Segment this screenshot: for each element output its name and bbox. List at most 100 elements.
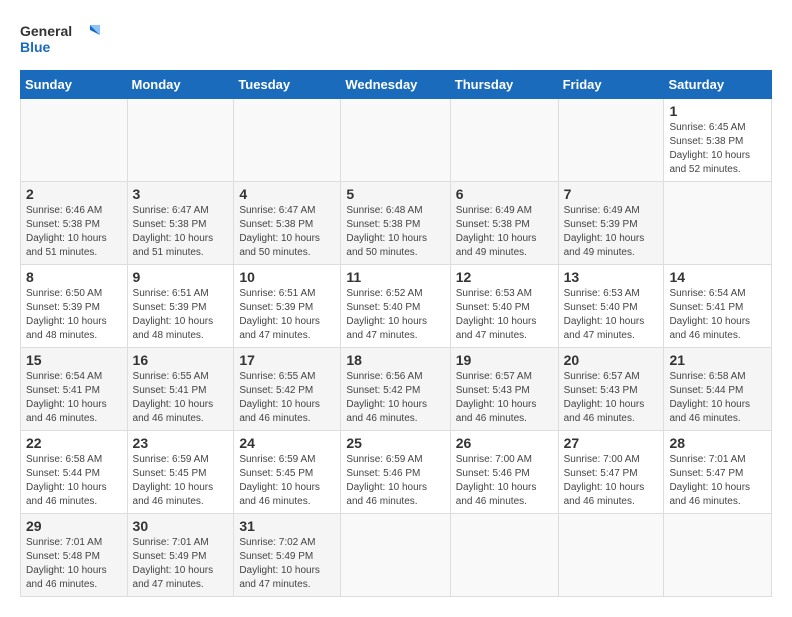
calendar-cell: 14 Sunrise: 6:54 AMSunset: 5:41 PMDayligh… (664, 265, 772, 348)
day-number: 7 (564, 186, 659, 202)
day-number: 14 (669, 269, 766, 285)
day-number: 23 (133, 435, 229, 451)
week-row-4: 15 Sunrise: 6:54 AMSunset: 5:41 PMDayligh… (21, 348, 772, 431)
day-number: 17 (239, 352, 335, 368)
header-day-monday: Monday (127, 71, 234, 99)
day-info: Sunrise: 6:47 AMSunset: 5:38 PMDaylight:… (239, 204, 335, 260)
day-number: 5 (346, 186, 444, 202)
day-info: Sunrise: 7:00 AMSunset: 5:46 PMDaylight:… (456, 453, 553, 509)
day-number: 31 (239, 518, 335, 534)
day-info: Sunrise: 7:01 AMSunset: 5:48 PMDaylight:… (26, 536, 122, 592)
calendar-cell: 20Sunrise: 6:57 AMSunset: 5:43 PMDayligh… (558, 348, 664, 431)
calendar-cell (341, 99, 450, 182)
calendar-cell: 11Sunrise: 6:52 AMSunset: 5:40 PMDayligh… (341, 265, 450, 348)
calendar-cell: 28 Sunrise: 7:01 AMSunset: 5:47 PMDayligh… (664, 431, 772, 514)
calendar-cell: 24 Sunrise: 6:59 AMSunset: 5:45 PMDayligh… (234, 431, 341, 514)
day-number: 29 (26, 518, 122, 534)
calendar-cell: 12 Sunrise: 6:53 AMSunset: 5:40 PMDayligh… (450, 265, 558, 348)
calendar-cell: 31 Sunrise: 7:02 AMSunset: 5:49 PMDayligh… (234, 514, 341, 597)
calendar-cell: 22 Sunrise: 6:58 AMSunset: 5:44 PMDayligh… (21, 431, 128, 514)
day-info: Sunrise: 6:54 AMSunset: 5:41 PMDaylight:… (669, 287, 766, 343)
calendar-cell: 10Sunrise: 6:51 AMSunset: 5:39 PMDayligh… (234, 265, 341, 348)
day-info: Sunrise: 6:45 AMSunset: 5:38 PMDaylight:… (669, 121, 766, 177)
header-day-thursday: Thursday (450, 71, 558, 99)
day-number: 4 (239, 186, 335, 202)
calendar-cell: 6Sunrise: 6:49 AMSunset: 5:38 PMDaylight… (450, 182, 558, 265)
day-info: Sunrise: 6:59 AMSunset: 5:45 PMDaylight:… (133, 453, 229, 509)
day-info: Sunrise: 6:47 AMSunset: 5:38 PMDaylight:… (133, 204, 229, 260)
day-number: 18 (346, 352, 444, 368)
day-info: Sunrise: 6:58 AMSunset: 5:44 PMDaylight:… (669, 370, 766, 426)
day-info: Sunrise: 7:01 AMSunset: 5:49 PMDaylight:… (133, 536, 229, 592)
calendar-cell (450, 99, 558, 182)
calendar-cell (558, 514, 664, 597)
calendar-cell: 9 Sunrise: 6:51 AMSunset: 5:39 PMDaylight… (127, 265, 234, 348)
day-info: Sunrise: 7:01 AMSunset: 5:47 PMDaylight:… (669, 453, 766, 509)
calendar-cell: 18 Sunrise: 6:56 AMSunset: 5:42 PMDayligh… (341, 348, 450, 431)
day-number: 21 (669, 352, 766, 368)
calendar-cell: 16 Sunrise: 6:55 AMSunset: 5:41 PMDayligh… (127, 348, 234, 431)
day-number: 19 (456, 352, 553, 368)
week-row-6: 29 Sunrise: 7:01 AMSunset: 5:48 PMDayligh… (21, 514, 772, 597)
calendar-cell: 4 Sunrise: 6:47 AMSunset: 5:38 PMDaylight… (234, 182, 341, 265)
calendar-cell: 8Sunrise: 6:50 AMSunset: 5:39 PMDaylight… (21, 265, 128, 348)
calendar-table: SundayMondayTuesdayWednesdayThursdayFrid… (20, 70, 772, 597)
day-number: 28 (669, 435, 766, 451)
day-number: 20 (564, 352, 659, 368)
day-number: 9 (133, 269, 229, 285)
day-number: 12 (456, 269, 553, 285)
header-row: SundayMondayTuesdayWednesdayThursdayFrid… (21, 71, 772, 99)
calendar-cell: 19Sunrise: 6:57 AMSunset: 5:43 PMDayligh… (450, 348, 558, 431)
day-info: Sunrise: 6:51 AMSunset: 5:39 PMDaylight:… (133, 287, 229, 343)
svg-text:Blue: Blue (20, 39, 51, 55)
week-row-1: 1 Sunrise: 6:45 AMSunset: 5:38 PMDaylight… (21, 99, 772, 182)
calendar-cell (234, 99, 341, 182)
day-info: Sunrise: 6:55 AMSunset: 5:41 PMDaylight:… (133, 370, 229, 426)
day-number: 24 (239, 435, 335, 451)
calendar-cell (450, 514, 558, 597)
calendar-cell (341, 514, 450, 597)
day-number: 25 (346, 435, 444, 451)
day-info: Sunrise: 6:59 AMSunset: 5:45 PMDaylight:… (239, 453, 335, 509)
day-info: Sunrise: 7:02 AMSunset: 5:49 PMDaylight:… (239, 536, 335, 592)
day-info: Sunrise: 6:54 AMSunset: 5:41 PMDaylight:… (26, 370, 122, 426)
header-day-saturday: Saturday (664, 71, 772, 99)
day-number: 10 (239, 269, 335, 285)
calendar-cell: 30Sunrise: 7:01 AMSunset: 5:49 PMDayligh… (127, 514, 234, 597)
svg-text:General: General (20, 23, 72, 39)
calendar-cell: 27Sunrise: 7:00 AMSunset: 5:47 PMDayligh… (558, 431, 664, 514)
calendar-cell (664, 182, 772, 265)
day-number: 8 (26, 269, 122, 285)
calendar-cell (127, 99, 234, 182)
day-number: 3 (133, 186, 229, 202)
calendar-cell: 23 Sunrise: 6:59 AMSunset: 5:45 PMDayligh… (127, 431, 234, 514)
header: General Blue (20, 20, 772, 60)
day-info: Sunrise: 6:53 AMSunset: 5:40 PMDaylight:… (456, 287, 553, 343)
week-row-3: 8Sunrise: 6:50 AMSunset: 5:39 PMDaylight… (21, 265, 772, 348)
calendar-cell: 21 Sunrise: 6:58 AMSunset: 5:44 PMDayligh… (664, 348, 772, 431)
day-number: 15 (26, 352, 122, 368)
week-row-5: 22 Sunrise: 6:58 AMSunset: 5:44 PMDayligh… (21, 431, 772, 514)
day-info: Sunrise: 6:48 AMSunset: 5:38 PMDaylight:… (346, 204, 444, 260)
calendar-cell: 13Sunrise: 6:53 AMSunset: 5:40 PMDayligh… (558, 265, 664, 348)
header-day-sunday: Sunday (21, 71, 128, 99)
day-info: Sunrise: 6:56 AMSunset: 5:42 PMDaylight:… (346, 370, 444, 426)
calendar-cell: 2Sunrise: 6:46 AMSunset: 5:38 PMDaylight… (21, 182, 128, 265)
day-number: 22 (26, 435, 122, 451)
calendar-cell: 26Sunrise: 7:00 AMSunset: 5:46 PMDayligh… (450, 431, 558, 514)
logo: General Blue (20, 20, 100, 60)
day-info: Sunrise: 6:58 AMSunset: 5:44 PMDaylight:… (26, 453, 122, 509)
header-day-friday: Friday (558, 71, 664, 99)
logo-svg: General Blue (20, 20, 100, 60)
day-number: 2 (26, 186, 122, 202)
calendar-cell: 17Sunrise: 6:55 AMSunset: 5:42 PMDayligh… (234, 348, 341, 431)
day-number: 1 (669, 103, 766, 119)
calendar-cell: 15 Sunrise: 6:54 AMSunset: 5:41 PMDayligh… (21, 348, 128, 431)
day-info: Sunrise: 7:00 AMSunset: 5:47 PMDaylight:… (564, 453, 659, 509)
day-info: Sunrise: 6:49 AMSunset: 5:39 PMDaylight:… (564, 204, 659, 260)
day-number: 16 (133, 352, 229, 368)
day-info: Sunrise: 6:59 AMSunset: 5:46 PMDaylight:… (346, 453, 444, 509)
calendar-cell: 7 Sunrise: 6:49 AMSunset: 5:39 PMDaylight… (558, 182, 664, 265)
header-day-wednesday: Wednesday (341, 71, 450, 99)
calendar-cell (21, 99, 128, 182)
